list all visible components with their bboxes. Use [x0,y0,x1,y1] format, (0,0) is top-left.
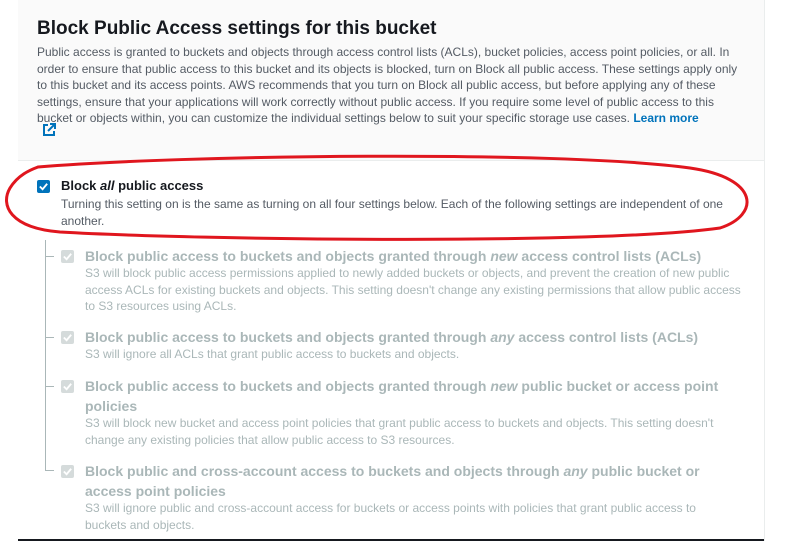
learn-more-link[interactable]: Learn more [633,111,698,125]
block-all-description: Turning this setting on is the same as t… [61,197,723,228]
setting-title: Block public and cross-account access to… [85,463,700,499]
checkmark-icon [63,334,72,342]
setting-checkbox [61,331,74,344]
setting-title: Block public access to buckets and objec… [85,329,699,345]
tree-branch [45,337,54,338]
block-all-title: Block all public access [61,178,204,193]
checkmark-icon [39,183,48,191]
tree-branch [45,256,54,257]
tree-connector [45,240,46,470]
checkmark-icon [63,253,72,261]
setting-description: S3 will ignore public and cross-account … [85,501,696,532]
panel-border [764,160,765,541]
setting-title: Block public access to buckets and objec… [85,248,702,264]
setting-checkbox [61,465,74,478]
setting-description: S3 will block new bucket and access poin… [85,416,714,447]
setting-checkbox [61,250,74,263]
setting-title: Block public access to buckets and objec… [85,378,719,414]
external-link-icon[interactable] [41,122,57,138]
checkmark-icon [63,468,72,476]
setting-description: S3 will block public access permissions … [85,266,741,313]
tree-branch [45,386,54,387]
section-title: Block Public Access settings for this bu… [37,18,437,39]
tree-branch [45,470,54,471]
section-description: Public access is granted to buckets and … [37,44,749,127]
setting-description: S3 will ignore all ACLs that grant publi… [85,347,460,361]
setting-checkbox [61,380,74,393]
checkmark-icon [63,383,72,391]
block-all-checkbox[interactable] [37,180,50,193]
